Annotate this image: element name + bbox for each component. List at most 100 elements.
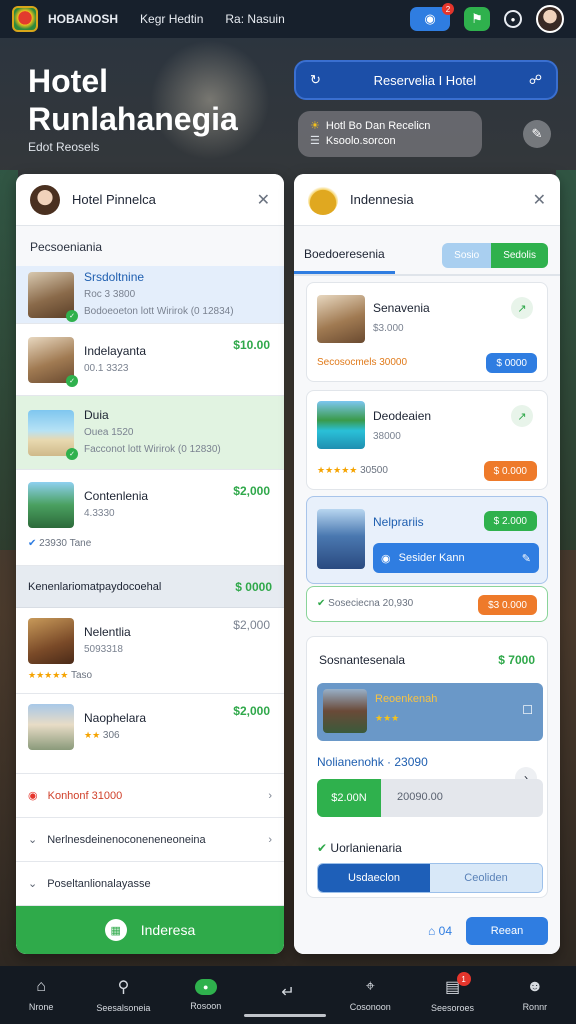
panel-footer: ⌂ 04 Reean — [294, 908, 560, 954]
tab-active[interactable]: Boedoeresenia — [294, 236, 395, 274]
summary-text: ✔ Soseciecna 20,930 — [317, 598, 413, 609]
hotel-row[interactable]: ✓ Srsdoltnine Roc 3 3800 Bodoeoeton lott… — [16, 266, 284, 324]
close-icon[interactable]: ✕ — [257, 190, 270, 210]
hotel-foot: Secosocmels 30000 — [317, 357, 408, 368]
price-pill[interactable]: $ 0000 — [486, 353, 537, 373]
hero-title-line2: Runlahanegia — [28, 101, 238, 137]
rating-text: 23930 Tane — [39, 538, 92, 549]
segment-control: Usdaeclon Ceoliden — [317, 863, 543, 893]
hotel-name: Deodeaien — [373, 409, 432, 423]
nav-services[interactable]: ▤ Seesoroes 1 — [411, 966, 493, 1024]
nav-label: Cosonoon — [349, 1002, 391, 1012]
price-pill[interactable]: $ 0.000 — [483, 461, 537, 481]
hotel-name: Senavenia — [373, 301, 430, 315]
price-pill[interactable]: $ 2.000 — [483, 511, 537, 531]
footer-action-button[interactable]: Reean — [466, 917, 548, 945]
subsection-header: Kenenlariomatpaydocoehal $ 0000 — [16, 566, 284, 608]
hero-subtitle: Edot Reosels — [28, 140, 100, 154]
reserve-hotel-button[interactable]: ↻ Reservelia I Hotel ☍ — [294, 60, 558, 100]
notification-button[interactable]: ◉ 2 — [410, 3, 454, 31]
crown-icon — [308, 184, 338, 215]
rating-text: 306 — [102, 730, 120, 741]
hotel-row[interactable]: Contenlenia 4.3330 $2,000 ✔ 23930 Tane — [16, 470, 284, 566]
rating-text: Taso — [70, 670, 93, 681]
primary-cta-button[interactable]: ▦ Inderesa — [16, 906, 284, 954]
hotel-row[interactable]: Nelentlia 5093318 $2,000 ★★★★★ Taso — [16, 608, 284, 694]
destination-card: Sosnantesenala $ 7000 Reoenkenah ★★★ ☐ N… — [306, 636, 548, 898]
hotel-row[interactable]: ✓ Duia Ouea 1520 Facconot lott Wirirok (… — [16, 396, 284, 470]
edit-button[interactable]: ✎ — [523, 120, 551, 148]
bookmark-icon: ⚑ — [471, 11, 483, 26]
tag-icon: ☰ — [310, 135, 320, 147]
hotel-row[interactable]: Naophelara ★★ 306 $2,000 — [16, 694, 284, 774]
rating-text: Soseciecna 20,930 — [328, 598, 414, 609]
check-icon: ✓ — [66, 309, 78, 322]
destination-name: Reoenkenah — [375, 693, 438, 705]
hotel-rating: ★★★★★ Taso — [28, 670, 272, 681]
hotel-card[interactable]: Senavenia $3.000 ↗ Secosocmels 30000 $ 0… — [306, 282, 548, 382]
hotel-row[interactable]: ✓ Indelayanta 00.1 3323 $10.00 — [16, 324, 284, 396]
hotel-sub: $3.000 — [373, 323, 404, 334]
segment-option-1[interactable]: Sosio — [442, 242, 492, 268]
nav-home[interactable]: ⌂ Nrone — [0, 966, 82, 1024]
section-price: $ 7000 — [498, 653, 535, 667]
home-indicator — [244, 1014, 326, 1017]
section-title: Sosnantesenala — [319, 653, 406, 667]
tab-bar: Boedoeresenia Sosio Sedolis — [294, 236, 560, 276]
profile-icon: ☻ — [526, 978, 544, 995]
info-pill[interactable]: ☀ Hotl Bo Dan Recelicn ☰ Ksoolo.sorcon — [298, 111, 482, 157]
nav-booking[interactable]: ● Rosoon — [165, 966, 247, 1024]
check-icon: ✔ — [317, 598, 326, 609]
segment-option-2[interactable]: Ceoliden — [430, 864, 542, 892]
segment-option-1[interactable]: Usdaeclon — [318, 864, 430, 892]
nav-link-1[interactable]: Kegr Hedtin — [140, 12, 203, 26]
hook-icon: ↵ — [281, 984, 295, 1001]
hotel-price: $2,000 — [233, 704, 270, 718]
app-logo[interactable] — [12, 6, 38, 32]
hotel-card-selected[interactable]: Nelprariis $ 2.000 ◉ Sesider Kann ✎ — [306, 496, 548, 584]
hotel-rating: ★★ 306 — [84, 727, 272, 744]
chevron-down-icon: ⌄ — [28, 834, 38, 846]
nav-profile[interactable]: ☻ Ronnr — [494, 966, 576, 1024]
expand-row-label: Nerlnesdeinenoconeneneoneina — [47, 833, 206, 846]
hotel-thumbnail — [317, 295, 365, 343]
hotel-price: $2,000 — [233, 484, 270, 498]
nav-link-2[interactable]: Ra: Nasuin — [225, 12, 284, 26]
hotel-name: Duia — [84, 408, 109, 422]
chat-icon: ◉ — [381, 552, 391, 565]
segment-option-2[interactable]: Sedolis — [491, 242, 548, 268]
destination-thumbnail — [323, 689, 367, 733]
nav-label: Seesoroes — [431, 1003, 475, 1013]
reserve-label: Reservelia I Hotel — [373, 72, 477, 88]
hotel-card[interactable]: Deodeaien 38000 ↗ ★★★★★ 30500 $ 0.000 — [306, 390, 548, 490]
link-icon: ☍ — [528, 72, 542, 87]
nav-search[interactable]: ⚲ Seesalsoneia — [82, 966, 164, 1024]
hotel-price: $2,000 — [233, 618, 270, 632]
hotel-price: $10.00 — [233, 338, 270, 352]
promo-icon: ◉ — [28, 790, 38, 802]
price-bar[interactable]: $2.00N 20090.00 — [317, 779, 543, 817]
summary-card[interactable]: ✔ Soseciecna 20,930 $3 0.000 — [306, 586, 548, 622]
expand-row-label: Poseltanlionalayasse — [47, 877, 151, 890]
pencil-icon: ✎ — [531, 126, 543, 141]
promo-row[interactable]: ◉ Konhonf 31000 › — [16, 774, 284, 818]
close-icon[interactable]: ✕ — [533, 190, 546, 210]
inline-action-button[interactable]: ◉ Sesider Kann ✎ — [373, 543, 539, 573]
agent-avatar — [30, 184, 60, 215]
user-avatar[interactable] — [536, 5, 564, 33]
hotel-list-panel: Hotel Pinnelca ✕ Pecsoeniania ✓ Srsdoltn… — [16, 174, 284, 954]
bookmark-button[interactable]: ⚑ — [464, 7, 490, 31]
destination-tile[interactable]: Reoenkenah ★★★ ☐ — [317, 683, 543, 741]
hotel-thumbnail — [28, 482, 74, 528]
check-icon: ✓ — [66, 447, 78, 460]
expand-row[interactable]: ⌄ Nerlnesdeinenoconeneneoneina › — [16, 818, 284, 862]
subsection-price: $ 0000 — [235, 579, 272, 594]
hotel-detail: Facconot lott Wirirok (0 12830) — [84, 444, 221, 455]
hotel-name: Nelprariis — [373, 515, 424, 529]
price-bar-button[interactable]: $2.00N — [317, 779, 381, 817]
expand-row[interactable]: ⌄ Poseltanlionalayasse — [16, 862, 284, 906]
nav-explore[interactable]: ⌖ Cosonoon — [329, 966, 411, 1024]
settings-button[interactable]: ● — [504, 10, 522, 28]
bookmark-icon[interactable]: ☐ — [522, 703, 533, 717]
price-pill[interactable]: $3 0.000 — [478, 595, 537, 615]
